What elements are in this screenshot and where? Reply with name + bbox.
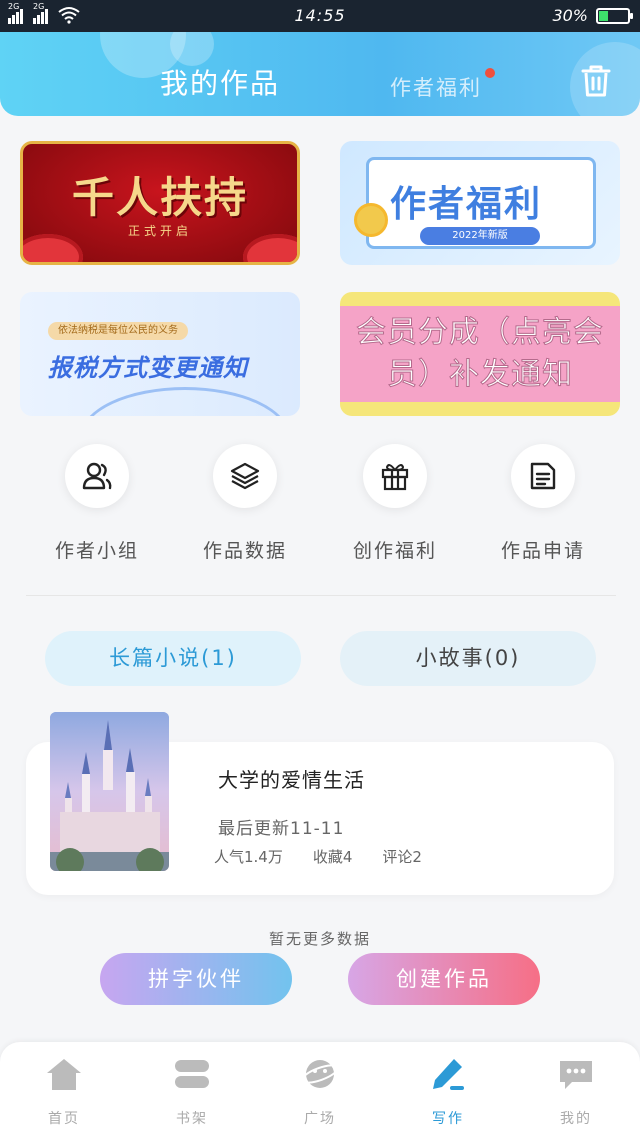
work-favorites: 收藏4 [312, 848, 353, 866]
writing-partner-button[interactable]: 拼字伙伴 [100, 953, 292, 1005]
action-label: 创作福利 [352, 540, 437, 562]
chat-icon [560, 1061, 592, 1089]
bottom-nav: 首页 书架 广场 写作 我的 [0, 1042, 640, 1138]
work-popularity: 人气1.4万 [214, 848, 283, 866]
banner-support-program[interactable]: 千人扶持 正式开启 [20, 141, 300, 265]
action-label: 作者小组 [54, 540, 139, 562]
nav-item-writing[interactable]: 写作 [384, 1056, 512, 1128]
tab-short-story[interactable]: 小故事(0) [340, 631, 596, 686]
action-label: 作品数据 [202, 540, 287, 562]
action-creation-benefits[interactable]: 创作福利 [320, 444, 470, 563]
battery-percent: 30% [552, 6, 588, 25]
nav-label: 首页 [48, 1111, 80, 1127]
app-header: 我的作品 作者福利 [0, 32, 640, 116]
banner-tax-notice[interactable]: 依法纳税是每位公民的义务 报税方式变更通知 [20, 292, 300, 416]
layers-icon [230, 462, 260, 490]
tab-author-benefits[interactable]: 作者福利 [390, 72, 482, 102]
bookshelf-icon [175, 1060, 209, 1088]
nav-label: 我的 [560, 1111, 592, 1127]
nav-item-home[interactable]: 首页 [0, 1056, 128, 1128]
home-icon [47, 1059, 81, 1090]
divider [26, 595, 616, 596]
banner-tag: 依法纳税是每位公民的义务 [48, 322, 188, 340]
nav-label: 书架 [176, 1111, 208, 1127]
clock: 14:55 [294, 6, 346, 25]
trash-icon[interactable] [580, 64, 612, 98]
battery-icon [596, 7, 633, 24]
work-cover-image[interactable] [50, 712, 169, 871]
create-work-button[interactable]: 创建作品 [348, 953, 540, 1005]
pen-icon [433, 1059, 464, 1090]
gift-icon [381, 464, 409, 491]
work-title: 大学的爱情生活 [218, 768, 365, 792]
action-work-application[interactable]: 作品申请 [468, 444, 618, 563]
work-last-updated: 最后更新11-11 [218, 819, 345, 839]
alarm-clock-icon [354, 203, 388, 237]
banner-title: 会员分成（点亮会员）补发通知 [356, 315, 604, 393]
tab-my-works[interactable]: 我的作品 [160, 62, 280, 102]
banner-member-share-notice[interactable]: 会员分成（点亮会员）补发通知 [340, 292, 620, 416]
status-bar: 2G 2G 14:55 30% [0, 0, 640, 32]
action-work-data[interactable]: 作品数据 [170, 444, 320, 563]
banner-author-benefits[interactable]: 作者福利 2022年新版 [340, 141, 620, 265]
nav-item-plaza[interactable]: 广场 [256, 1056, 384, 1128]
nav-item-bookshelf[interactable]: 书架 [128, 1056, 256, 1128]
banner-subtitle: 正式开启 [127, 224, 192, 238]
user-group-icon [82, 462, 112, 490]
nav-label: 广场 [304, 1111, 336, 1127]
nav-item-profile[interactable]: 我的 [512, 1056, 640, 1128]
notification-dot [485, 68, 495, 78]
banner-title: 千人扶持 [71, 173, 248, 222]
planet-icon [301, 1060, 339, 1088]
action-author-group[interactable]: 作者小组 [22, 444, 172, 563]
no-more-data-hint: 暂无更多数据 [268, 930, 371, 948]
nav-label: 写作 [432, 1111, 464, 1127]
document-icon [530, 462, 556, 490]
work-comments: 评论2 [382, 848, 422, 866]
action-label: 作品申请 [500, 540, 585, 562]
banner-title: 报税方式变更通知 [48, 354, 248, 382]
banner-pill: 2022年新版 [420, 227, 540, 245]
castle-illustration [50, 712, 169, 871]
tab-long-novel[interactable]: 长篇小说(1) [45, 631, 301, 686]
banner-title: 作者福利 [390, 184, 543, 225]
